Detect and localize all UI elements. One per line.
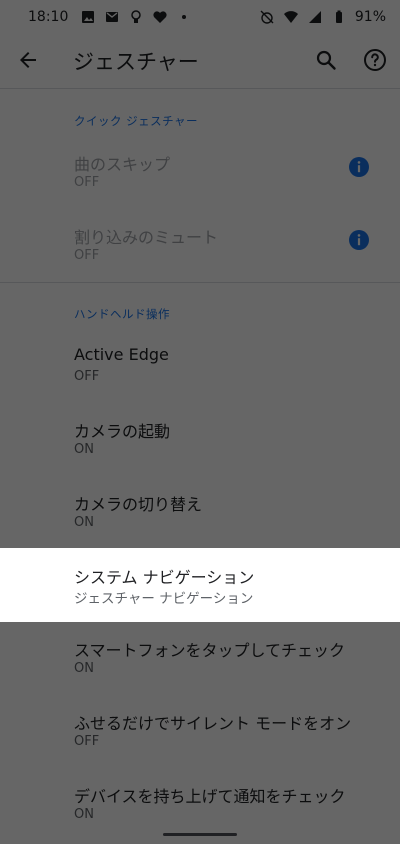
gesture-nav-handle[interactable] [163,833,237,836]
back-arrow-icon[interactable] [14,46,42,74]
divider [0,88,400,89]
status-bar: 18:10 91% [0,0,400,34]
item-subtitle: ON [74,661,94,676]
divider [0,282,400,283]
item-title: システム ナビゲーション [74,568,255,587]
list-item-tap-to-check[interactable]: スマートフォンをタップしてチェック ON [0,622,400,694]
list-item-system-navigation[interactable]: システム ナビゲーション ジェスチャー ナビゲーション [0,548,400,622]
list-item-silence-interruptions[interactable]: 割り込みのミュート OFF [0,209,400,281]
item-subtitle: ON [74,442,94,457]
item-title: 曲のスキップ [74,155,171,174]
heart-icon [152,9,168,25]
item-title: カメラの起動 [74,422,171,441]
image-icon [80,9,96,25]
alarm-off-icon [259,9,275,25]
item-title: Active Edge [74,345,169,364]
status-bar-left: 18:10 [28,9,192,25]
info-icon[interactable] [348,156,370,178]
list-item-flip-to-silence[interactable]: ふせるだけでサイレント モードをオン OFF [0,695,400,767]
item-subtitle: ON [74,807,94,822]
list-item-camera-switch[interactable]: カメラの切り替え ON [0,476,400,548]
item-subtitle: OFF [74,175,100,190]
battery-icon [331,9,347,25]
item-subtitle: ON [74,515,94,530]
wifi-icon [283,9,299,25]
signal-icon [307,9,323,25]
search-icon[interactable] [312,46,340,74]
status-bar-right: 91% [259,9,386,25]
info-icon[interactable] [348,229,370,251]
item-title: ふせるだけでサイレント モードをオン [74,714,352,733]
item-title: カメラの切り替え [74,495,203,514]
item-title: 割り込みのミュート [74,228,219,247]
page-title: ジェスチャー [73,50,199,74]
item-title: デバイスを持ち上げて通知をチェック [74,787,346,806]
help-icon[interactable] [361,46,389,74]
dot-icon [176,9,192,25]
list-item-camera-launch[interactable]: カメラの起動 ON [0,403,400,475]
item-subtitle: OFF [74,734,100,749]
mail-icon [104,9,120,25]
section-header-handheld: ハンドヘルド操作 [74,307,170,321]
app-bar: ジェスチャー [0,34,400,86]
item-subtitle: OFF [74,369,100,384]
item-subtitle: OFF [74,248,100,263]
list-item-lift-to-check[interactable]: デバイスを持ち上げて通知をチェック ON [0,768,400,840]
battery-percent: 91% [354,9,386,25]
list-item-active-edge[interactable]: Active Edge OFF [0,330,400,402]
section-header-quick-gestures: クイック ジェスチャー [74,114,199,128]
item-title: スマートフォンをタップしてチェック [74,641,346,660]
item-subtitle: ジェスチャー ナビゲーション [74,591,254,607]
status-time: 18:10 [28,9,69,25]
bulb-icon [128,9,144,25]
list-item-skip-songs[interactable]: 曲のスキップ OFF [0,136,400,208]
